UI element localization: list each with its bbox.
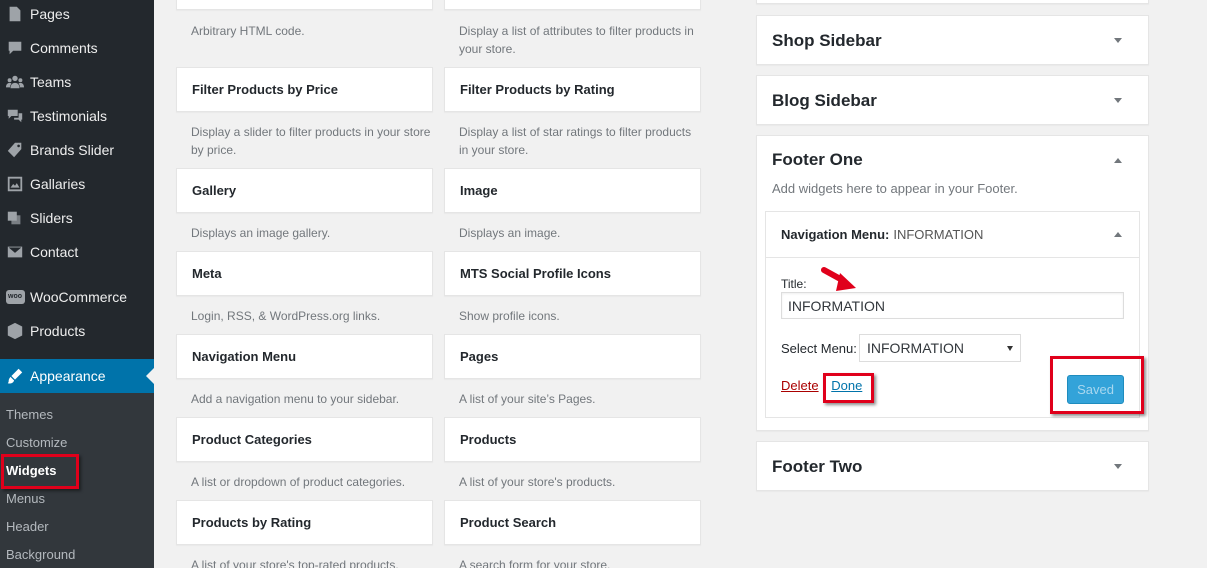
current-menu-arrow [146, 368, 154, 384]
widgets-highlight-box [1, 454, 79, 489]
submenu-themes[interactable]: Themes [6, 407, 53, 422]
woo-icon: woo [0, 290, 30, 304]
menu-item-products[interactable]: Products [0, 314, 154, 348]
widget-meta[interactable]: Meta [176, 251, 433, 296]
widget-filter-products-by-price[interactable]: Filter Products by Price [176, 67, 433, 112]
menu-item-comments[interactable]: Comments [0, 31, 154, 65]
sidebar-area-title[interactable]: Footer Two [757, 442, 1148, 492]
widget-desc: Show profile icons. [459, 309, 560, 323]
sliders-icon [0, 209, 30, 227]
widget-desc: Displays an image. [459, 226, 561, 240]
testimonials-icon [0, 107, 30, 125]
select-menu-label: Select Menu: [781, 341, 857, 356]
save-highlight-box [1050, 356, 1144, 414]
submenu-menus[interactable]: Menus [6, 491, 45, 506]
widget-custom-html[interactable] [176, 0, 433, 10]
widget-product-categories[interactable]: Product Categories [176, 417, 433, 462]
sidebar-area-blog[interactable]: Blog Sidebar [756, 75, 1149, 125]
widget-header[interactable]: Navigation Menu: INFORMATION [766, 212, 1139, 258]
widget-desc: Login, RSS, & WordPress.org links. [191, 309, 381, 323]
teams-icon [0, 73, 30, 91]
widget-filter-attribute[interactable] [444, 0, 701, 10]
widget-desc: Display a list of star ratings to filter… [459, 125, 692, 157]
widget-filter-products-by-rating[interactable]: Filter Products by Rating [444, 67, 701, 112]
menu-item-teams[interactable]: Teams [0, 65, 154, 99]
gallery-icon [0, 175, 30, 193]
widget-image[interactable]: Image [444, 168, 701, 213]
widget-desc: Display a slider to filter products in y… [191, 125, 431, 157]
widget-pages[interactable]: Pages [444, 334, 701, 379]
menu-item-sliders[interactable]: Sliders [0, 201, 154, 235]
menu-item-testimonials[interactable]: Testimonials [0, 99, 154, 133]
brush-icon [0, 367, 30, 385]
delete-link[interactable]: Delete [781, 378, 819, 393]
menu-item-brands-slider[interactable]: Brands Slider [0, 133, 154, 167]
menu-item-pages[interactable]: Pages [0, 0, 154, 31]
widget-navigation-menu[interactable]: Navigation Menu [176, 334, 433, 379]
menu-item-woocommerce[interactable]: woo WooCommerce [0, 280, 154, 314]
sidebar-area-partial [756, 0, 1149, 4]
menu-item-gallaries[interactable]: Gallaries [0, 167, 154, 201]
submenu-customize[interactable]: Customize [6, 435, 67, 450]
widget-product-search[interactable]: Product Search [444, 500, 701, 545]
widget-products-by-rating[interactable]: Products by Rating [176, 500, 433, 545]
widget-desc: Displays an image gallery. [191, 226, 331, 240]
tag-icon [0, 141, 30, 159]
menu-item-contact[interactable]: Contact [0, 235, 154, 269]
title-label: Title: [781, 277, 807, 291]
submenu-background[interactable]: Background [6, 547, 75, 562]
title-input[interactable] [781, 292, 1124, 319]
menu-item-appearance[interactable]: Appearance [0, 359, 154, 393]
submenu-header[interactable]: Header [6, 519, 49, 534]
comments-icon [0, 39, 30, 57]
sidebar-area-title[interactable]: Shop Sidebar [757, 16, 1148, 66]
widget-desc: Arbitrary HTML code. [191, 24, 305, 38]
widget-desc: A search form for your store. [459, 558, 611, 568]
caret-up-icon[interactable] [1114, 232, 1122, 237]
sidebar-area-title[interactable]: Footer One [757, 136, 1148, 184]
widget-mts-social-profile-icons[interactable]: MTS Social Profile Icons [444, 251, 701, 296]
caret-down-icon[interactable] [1114, 98, 1122, 103]
caret-down-icon[interactable] [1114, 38, 1122, 43]
sidebar-area-description: Add widgets here to appear in your Foote… [772, 181, 1018, 196]
mail-icon [0, 243, 30, 261]
select-menu-dropdown[interactable]: INFORMATION [859, 334, 1021, 362]
widget-products[interactable]: Products [444, 417, 701, 462]
box-icon [0, 322, 30, 340]
widget-desc: A list of your store's products. [459, 475, 616, 489]
done-highlight-box [823, 373, 874, 403]
widget-desc: Add a navigation menu to your sidebar. [191, 392, 400, 406]
sidebar-area-footer-two[interactable]: Footer Two [756, 441, 1149, 491]
widget-desc: A list or dropdown of product categories… [191, 475, 406, 489]
sidebar-area-title[interactable]: Blog Sidebar [757, 76, 1148, 126]
dropdown-arrow-icon [1007, 346, 1013, 351]
caret-down-icon[interactable] [1114, 464, 1122, 469]
sidebar-area-shop[interactable]: Shop Sidebar [756, 15, 1149, 65]
pages-icon [0, 5, 30, 23]
widget-desc: A list of your store's top-rated product… [191, 558, 399, 568]
red-arrow-icon [821, 267, 856, 291]
widget-desc: A list of your site’s Pages. [459, 392, 596, 406]
widget-gallery[interactable]: Gallery [176, 168, 433, 213]
caret-up-icon[interactable] [1114, 158, 1122, 163]
widget-desc: Display a list of attributes to filter p… [459, 24, 694, 56]
